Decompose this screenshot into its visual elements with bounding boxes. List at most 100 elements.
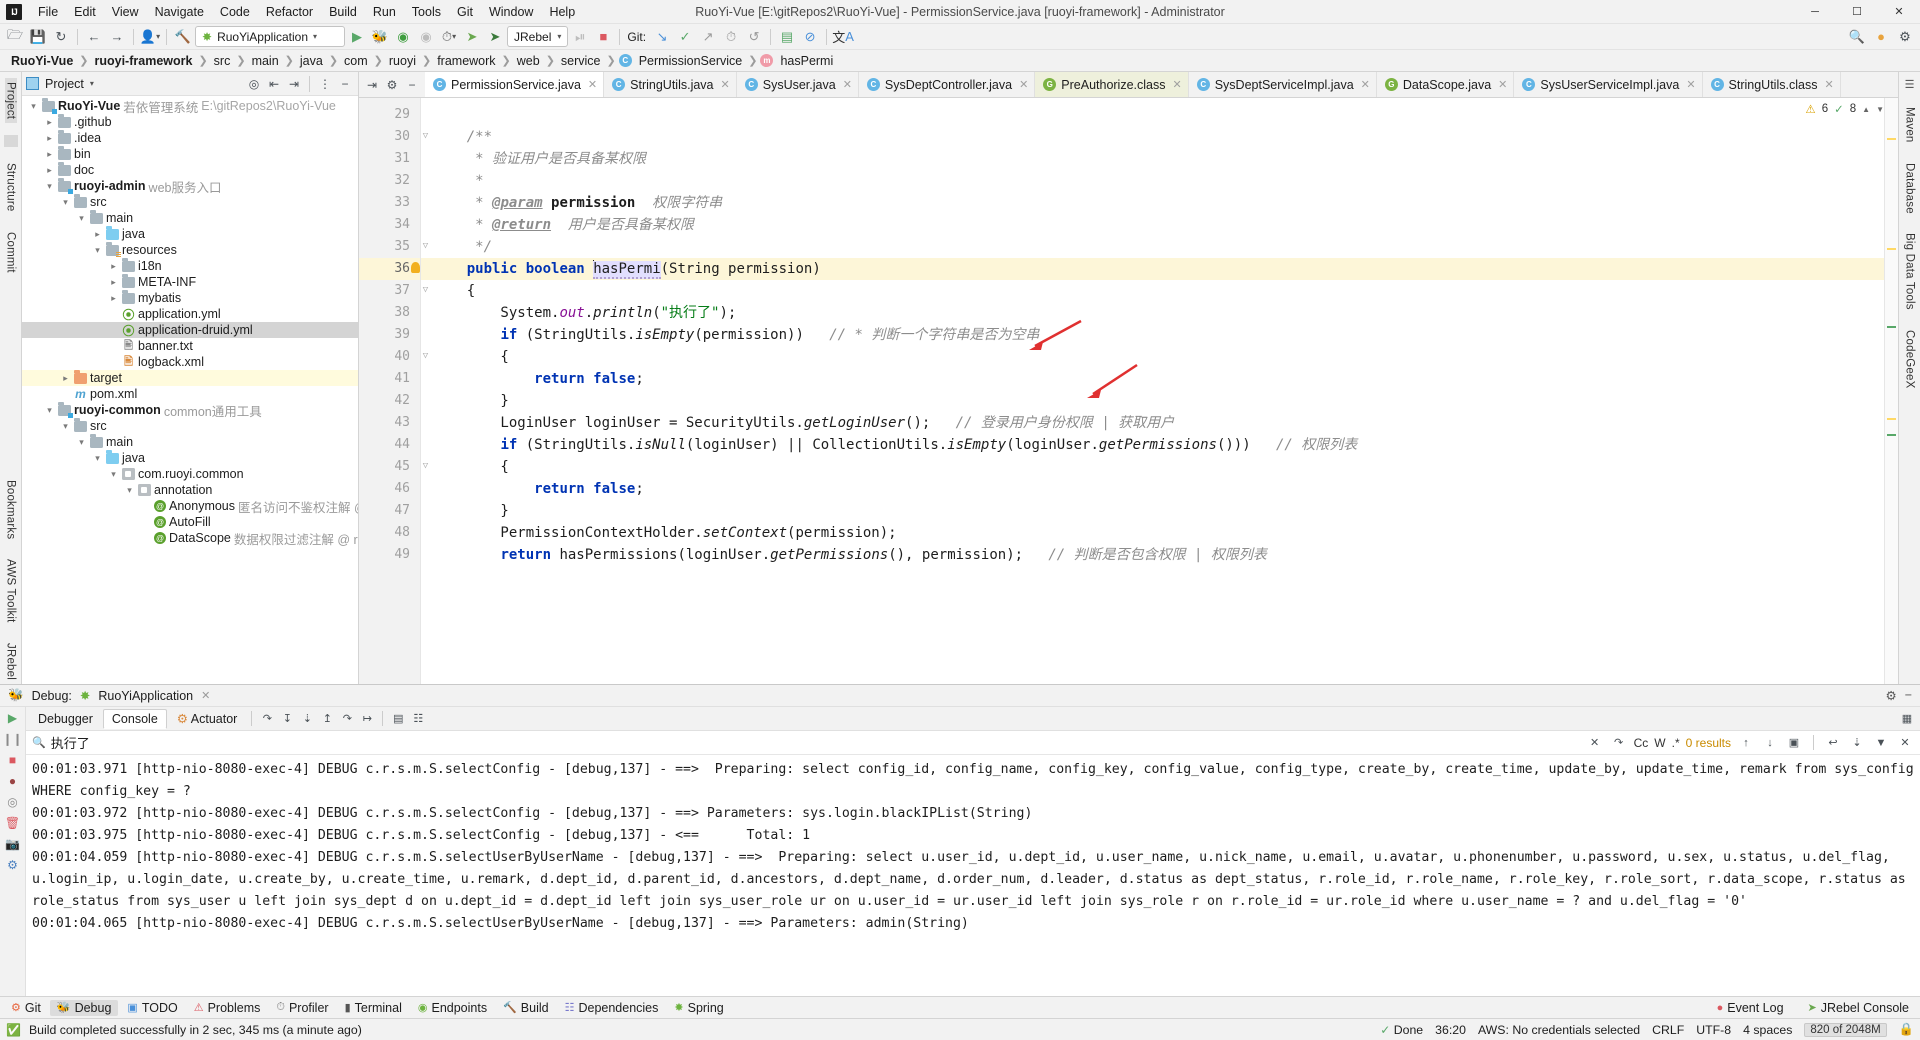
step-out-icon[interactable]: ↥ bbox=[318, 710, 336, 728]
menu-bar[interactable]: File Edit View Navigate Code Refactor Bu… bbox=[30, 2, 583, 22]
chevron-down-icon[interactable]: ▾ bbox=[92, 245, 103, 256]
editor-tab[interactable]: C SysDeptServiceImpl.java ✕ bbox=[1188, 72, 1377, 97]
coverage-icon[interactable]: ◉ bbox=[392, 26, 414, 48]
gutter-line[interactable]: 40 ▽ bbox=[359, 346, 428, 368]
profiler-icon[interactable]: ⏱ ▾ bbox=[438, 26, 460, 48]
rail-item-bigdata[interactable]: Big Data Tools bbox=[1904, 229, 1916, 314]
search-icon[interactable]: 🔍 bbox=[1846, 26, 1868, 48]
toolwindow-event-log[interactable]: ● Event Log bbox=[1710, 1000, 1791, 1016]
menu-code[interactable]: Code bbox=[212, 2, 258, 22]
settings-icon[interactable]: ⚙ bbox=[1894, 26, 1916, 48]
code-line[interactable]: if (StringUtils.isNull(loginUser) || Col… bbox=[433, 434, 1898, 456]
gutter-line[interactable]: 35 ▽ bbox=[359, 236, 428, 258]
chevron-right-icon[interactable]: ▸ bbox=[44, 165, 55, 176]
mute-breakpoints-icon[interactable]: ● bbox=[9, 774, 16, 788]
tab-actuator[interactable]: ⚙ Actuator bbox=[169, 709, 246, 728]
rail-item-maven[interactable]: Maven bbox=[1904, 103, 1916, 147]
gutter-line[interactable]: 34 bbox=[359, 214, 420, 236]
frames-icon[interactable]: ▤ bbox=[389, 710, 407, 728]
code-line[interactable]: public boolean hasPermi(String permissio… bbox=[421, 258, 1898, 280]
force-step-into-icon[interactable]: ⇣ bbox=[298, 710, 316, 728]
stop-icon[interactable]: ■ bbox=[592, 26, 614, 48]
close-icon[interactable]: ✕ bbox=[588, 78, 597, 91]
gear-icon[interactable]: ⋮ bbox=[316, 75, 334, 93]
tree-node[interactable]: @DataScope数据权限过滤注解 @ ruoyi bbox=[22, 530, 358, 547]
gutter-line[interactable]: 37 ▽ bbox=[359, 280, 428, 302]
tree-node[interactable]: @Anonymous匿名访问不鉴权注解 @ ruoyi bbox=[22, 498, 358, 515]
gear-icon[interactable]: ⚙ bbox=[383, 76, 401, 94]
chevron-right-icon[interactable]: ▸ bbox=[44, 117, 55, 128]
tree-node[interactable]: ▾ src bbox=[22, 194, 358, 210]
editor-tab[interactable]: C StringUtils.java ✕ bbox=[604, 72, 737, 97]
search-prev-icon[interactable]: ↑ bbox=[1737, 734, 1755, 752]
menu-build[interactable]: Build bbox=[321, 2, 365, 22]
gutter-line[interactable]: 42 bbox=[359, 390, 420, 412]
close-icon[interactable]: ✕ bbox=[201, 689, 210, 702]
code-line[interactable]: } bbox=[433, 500, 1898, 522]
close-icon[interactable]: ✕ bbox=[1824, 78, 1833, 91]
menu-view[interactable]: View bbox=[104, 2, 147, 22]
memory-indicator[interactable]: 820 of 2048M bbox=[1804, 1022, 1887, 1037]
collapse-all-icon[interactable]: ⇥ bbox=[285, 75, 303, 93]
code-line[interactable]: /** bbox=[433, 126, 1898, 148]
tree-node[interactable]: ▾ com.ruoyi.common bbox=[22, 466, 358, 482]
tree-node[interactable]: ▸ mybatis bbox=[22, 290, 358, 306]
toolwindow-git[interactable]: ⚙ Git bbox=[4, 1000, 48, 1016]
tree-node[interactable]: ▸ META-INF bbox=[22, 274, 358, 290]
code-line[interactable]: { bbox=[433, 280, 1898, 302]
filter-icon[interactable]: ▼ bbox=[1872, 734, 1890, 752]
gutter-line[interactable]: 49 bbox=[359, 544, 420, 566]
editor-gutter[interactable]: 29 30 ▽ 31 32 33 34 35 ▽ 36 37 ▽ 38 39 40 ▽ 41 42 43 44 45 ▽ 4… bbox=[359, 98, 428, 684]
run-configuration-selector[interactable]: ✸ RuoYiApplication ▾ bbox=[195, 26, 345, 47]
gutter-line[interactable]: 45 ▽ bbox=[359, 456, 428, 478]
history-icon[interactable]: ↷ bbox=[1610, 734, 1628, 752]
rail-item-database[interactable]: Database bbox=[1904, 159, 1916, 218]
menu-tools[interactable]: Tools bbox=[404, 2, 449, 22]
toolwindow-build[interactable]: 🔨 Build bbox=[496, 1000, 556, 1016]
chevron-down-icon[interactable]: ▾ bbox=[28, 101, 39, 112]
tree-node[interactable]: ▾ java bbox=[22, 450, 358, 466]
jrebel-selector[interactable]: JRebel ▾ bbox=[507, 26, 569, 47]
menu-edit[interactable]: Edit bbox=[66, 2, 104, 22]
debug-tabs[interactable]: Debugger Console ⚙ Actuator ↷ ↧ ⇣ ↥ ↷ ↦ … bbox=[26, 707, 1920, 731]
chevron-right-icon[interactable]: ▸ bbox=[44, 149, 55, 160]
indent-setting[interactable]: 4 spaces bbox=[1743, 1023, 1792, 1037]
evaluate-icon[interactable]: ↦ bbox=[358, 710, 376, 728]
close-icon[interactable]: ✕ bbox=[1361, 78, 1370, 91]
gutter-line[interactable]: 43 bbox=[359, 412, 420, 434]
gutter-line[interactable]: 41 bbox=[359, 368, 420, 390]
gear-icon[interactable]: ⚙ bbox=[1885, 688, 1896, 703]
close-icon[interactable]: ✕ bbox=[1498, 78, 1507, 91]
gutter-line[interactable]: 46 bbox=[359, 478, 420, 500]
view-breakpoints-icon[interactable]: ◎ bbox=[7, 795, 17, 809]
project-tree[interactable]: ▾ RuoYi-Vue 若依管理系统 E:\gitRepos2\RuoYi-Vue ▸.… bbox=[22, 96, 358, 684]
menu-refactor[interactable]: Refactor bbox=[258, 2, 321, 22]
code-line[interactable]: */ bbox=[433, 236, 1898, 258]
monitor-icon[interactable]: ▤ bbox=[776, 26, 798, 48]
chevron-right-icon[interactable]: ▸ bbox=[108, 277, 119, 288]
tree-node[interactable]: ▾ main bbox=[22, 434, 358, 450]
editor-tab[interactable]: C PermissionService.java ✕ bbox=[425, 72, 605, 97]
breadcrumb-item-1[interactable]: ruoyi-framework bbox=[92, 54, 196, 68]
minimize-button[interactable]: ─ bbox=[1794, 0, 1836, 24]
console-output[interactable]: 00:01:03.971 [http-nio-8080-exec-4] DEBU… bbox=[26, 755, 1920, 996]
user-icon[interactable]: 👤 ▾ bbox=[139, 26, 161, 48]
editor-tab[interactable]: G DataScope.java ✕ bbox=[1376, 72, 1515, 97]
run-icon[interactable]: ▶ bbox=[346, 26, 368, 48]
gutter-line[interactable]: 48 bbox=[359, 522, 420, 544]
maximize-panel-icon[interactable]: ▦ bbox=[1898, 710, 1916, 728]
breadcrumb-item-0[interactable]: RuoYi-Vue bbox=[8, 54, 76, 68]
chevron-right-icon[interactable]: ▸ bbox=[108, 261, 119, 272]
editor-tab[interactable]: G PreAuthorize.class ✕ bbox=[1035, 72, 1189, 97]
breadcrumb-item-5[interactable]: com bbox=[341, 54, 371, 68]
threads-icon[interactable]: ☷ bbox=[409, 710, 427, 728]
editor-tab[interactable]: C SysDeptController.java ✕ bbox=[858, 72, 1036, 97]
code-line[interactable]: { bbox=[433, 456, 1898, 478]
prev-problem-icon[interactable]: ▲ bbox=[1862, 105, 1870, 114]
chevron-right-icon[interactable]: ▸ bbox=[44, 133, 55, 144]
chevron-down-icon[interactable]: ▾ bbox=[124, 485, 135, 496]
tree-node[interactable]: ⦿ application-druid.yml bbox=[22, 322, 358, 338]
select-all-icon[interactable]: ▣ bbox=[1785, 734, 1803, 752]
breadcrumb-item-10[interactable]: PermissionService bbox=[636, 54, 746, 68]
close-icon[interactable]: ✕ bbox=[1019, 78, 1028, 91]
